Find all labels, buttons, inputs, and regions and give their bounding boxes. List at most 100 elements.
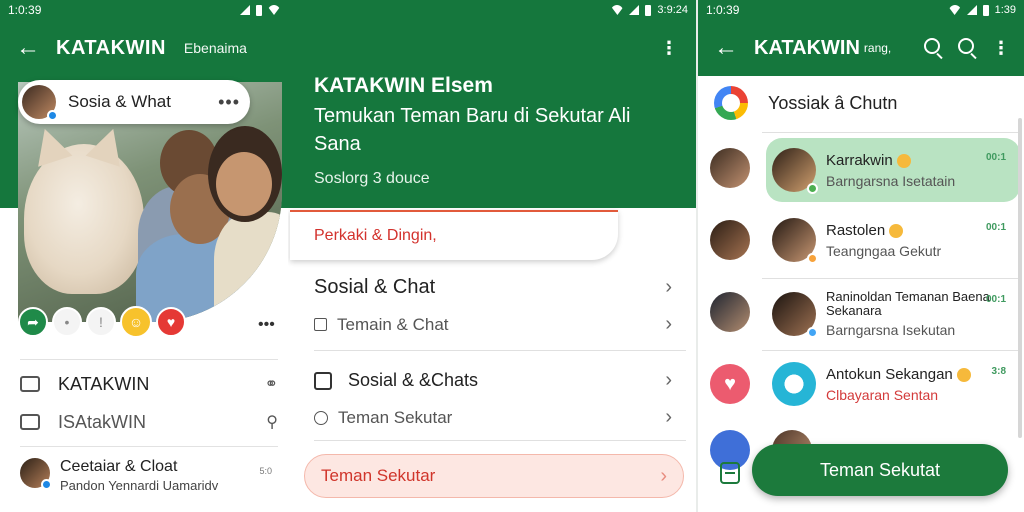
divider bbox=[314, 440, 686, 441]
overflow-menu-icon[interactable]: ⋮ bbox=[660, 38, 678, 59]
avatar[interactable] bbox=[710, 148, 750, 188]
avatar bbox=[772, 292, 818, 338]
battery-icon bbox=[982, 4, 989, 16]
divider bbox=[20, 446, 278, 447]
chat-item[interactable]: Antokun Sekangan Clbayaran Sentan 3:8 bbox=[766, 352, 1020, 416]
menu-item-sosial-chats[interactable]: Sosial & &Chats › bbox=[314, 369, 672, 392]
chat-preview: Teangngaa Gekutr bbox=[826, 242, 942, 259]
chat-item[interactable]: Rastolen Teangngaa Gekutr 00:1 bbox=[766, 208, 1020, 272]
calendar-icon bbox=[314, 371, 332, 390]
heart-app-icon[interactable]: ♥ bbox=[710, 364, 750, 404]
heart-icon[interactable]: ♥ bbox=[156, 307, 186, 337]
info-icon[interactable]: ! bbox=[86, 307, 116, 337]
online-badge-icon bbox=[807, 183, 818, 194]
menu-item-temain-chat[interactable]: Temain & Chat › bbox=[314, 313, 672, 336]
status-bar: 1:0:39 bbox=[0, 0, 288, 20]
search-icon[interactable] bbox=[958, 37, 974, 54]
verified-badge-icon bbox=[47, 110, 58, 121]
wifi-icon bbox=[268, 5, 280, 15]
menu-item-sosial-chat[interactable]: Sosial & Chat › bbox=[314, 276, 672, 299]
divider bbox=[762, 350, 1018, 351]
profile-chip[interactable]: Sosia & What ••• bbox=[18, 80, 250, 124]
chat-preview: Clbayaran Sentan bbox=[826, 386, 939, 403]
signal-icon bbox=[240, 5, 250, 15]
status-time: 1:0:39 bbox=[8, 3, 42, 17]
profile-name: Sosia & What bbox=[68, 92, 171, 111]
chat-name: Karrakwin bbox=[826, 151, 893, 169]
teman-sekutar-button[interactable]: Teman Sekutar › bbox=[304, 454, 684, 498]
menu-item-teman-sekutar[interactable]: Teman Sekutar › bbox=[314, 406, 672, 429]
lock-icon: ⚭ bbox=[264, 376, 278, 393]
divider bbox=[762, 278, 1018, 279]
chat-item[interactable]: Raninoldan Temanan Baena Sekanara Barnga… bbox=[766, 280, 1020, 348]
screen-menu: 3:9:24 ⋮ KATAKWIN Elsem Temukan Teman Ba… bbox=[288, 0, 696, 512]
list-item[interactable]: ISAtakWIN ⚲ bbox=[20, 404, 278, 440]
status-bar: 3:9:24 bbox=[288, 0, 696, 20]
chat-row[interactable]: Ceetaiar & Cloat Pandon Yennardi Uamarid… bbox=[20, 458, 278, 493]
smile-emoji-icon[interactable]: ☺ bbox=[120, 306, 152, 338]
chat-time: 3:8 bbox=[991, 366, 1006, 377]
reaction-more-icon[interactable]: ••• bbox=[258, 316, 275, 334]
status-badge-icon bbox=[807, 327, 818, 338]
chat-name: Rastolen bbox=[826, 221, 886, 239]
chat-time: 00:1 bbox=[985, 222, 1006, 233]
back-arrow-icon[interactable]: ← bbox=[0, 34, 56, 62]
avatar bbox=[22, 85, 58, 121]
share-icon[interactable]: ➦ bbox=[18, 307, 48, 337]
app-bar: ← KATAKWIN rang, ⋮ bbox=[698, 20, 1024, 76]
app-title: KATAKWIN bbox=[56, 36, 166, 59]
chevron-right-icon: › bbox=[665, 406, 672, 428]
chat-preview: Barngarsna Isetatain bbox=[826, 172, 956, 189]
chevron-right-icon: › bbox=[665, 369, 672, 391]
chat-time: 00:1 bbox=[985, 152, 1006, 163]
status-time: 3:9:24 bbox=[657, 4, 688, 16]
list-item[interactable]: KATAKWIN ⚭ bbox=[20, 366, 278, 402]
status-badge-icon bbox=[807, 253, 818, 264]
divider bbox=[762, 132, 1018, 133]
overflow-menu-icon[interactable]: ⋮ bbox=[992, 38, 1010, 59]
chat-bubble-icon: ⚲ bbox=[266, 414, 278, 431]
divider bbox=[314, 350, 686, 351]
cat-image bbox=[24, 123, 144, 294]
scrollbar[interactable] bbox=[1018, 118, 1022, 438]
avatar bbox=[20, 458, 52, 490]
signal-icon bbox=[629, 5, 640, 15]
search-icon[interactable] bbox=[924, 37, 940, 54]
avatar[interactable] bbox=[710, 292, 750, 332]
chat-preview: Barngarsna Isekutan bbox=[826, 322, 956, 338]
smile-emoji-icon bbox=[896, 153, 911, 168]
screen-profile: 1:0:39 ← KATAKWIN Ebenaima Sosia & What … bbox=[0, 0, 288, 512]
compose-icon[interactable] bbox=[720, 462, 740, 484]
checkbox-icon bbox=[314, 318, 327, 331]
reaction-bar: ➦ • ! ☺ ♥ bbox=[18, 306, 186, 338]
app-bar: ← KATAKWIN Ebenaima bbox=[0, 22, 288, 74]
app-title: KATAKWIN bbox=[754, 36, 860, 59]
chevron-right-icon: › bbox=[665, 313, 672, 335]
smile-emoji-icon bbox=[956, 367, 971, 382]
app-subtitle: Ebenaima bbox=[183, 40, 247, 56]
chat-name: Antokun Sekangan bbox=[826, 365, 953, 383]
status-bar: 1:0:39 1:39 bbox=[706, 3, 1016, 17]
chat-time: 00:1 bbox=[985, 294, 1006, 305]
chat-name: Ceetaiar & Cloat bbox=[60, 458, 178, 475]
avatar[interactable] bbox=[710, 220, 750, 260]
status-time: 1:0:39 bbox=[706, 3, 740, 17]
more-icon[interactable]: ••• bbox=[218, 92, 240, 113]
search-placeholder: Perkaki & Dingin, bbox=[314, 227, 437, 244]
smile-emoji-icon bbox=[889, 223, 904, 238]
header-subtitle: Temukan Teman Baru di Sekutar Ali Sana bbox=[314, 105, 631, 155]
screen-chat-list: 1:0:39 1:39 ← KATAKWIN rang, ⋮ Yossiak â… bbox=[698, 0, 1024, 512]
back-arrow-icon[interactable]: ← bbox=[698, 34, 754, 62]
chevron-right-icon: › bbox=[660, 464, 667, 487]
chat-time: 5:0 bbox=[259, 466, 272, 476]
search-field[interactable]: Perkaki & Dingin, bbox=[290, 210, 618, 260]
chat-item[interactable]: Karrakwin Barngarsna Isetatain 00:1 bbox=[766, 138, 1020, 202]
app-icon bbox=[772, 362, 816, 406]
list-icon bbox=[20, 414, 40, 430]
header-title: KATAKWIN Elsem bbox=[314, 74, 493, 97]
card-icon bbox=[20, 376, 40, 392]
teman-sekutat-button[interactable]: Teman Sekutat bbox=[752, 444, 1008, 496]
chat-preview: Pandon Yennardi Uamaridv bbox=[60, 478, 219, 493]
like-icon[interactable]: • bbox=[52, 307, 82, 337]
list-item-top[interactable]: Yossiak â Chutn bbox=[714, 86, 897, 120]
